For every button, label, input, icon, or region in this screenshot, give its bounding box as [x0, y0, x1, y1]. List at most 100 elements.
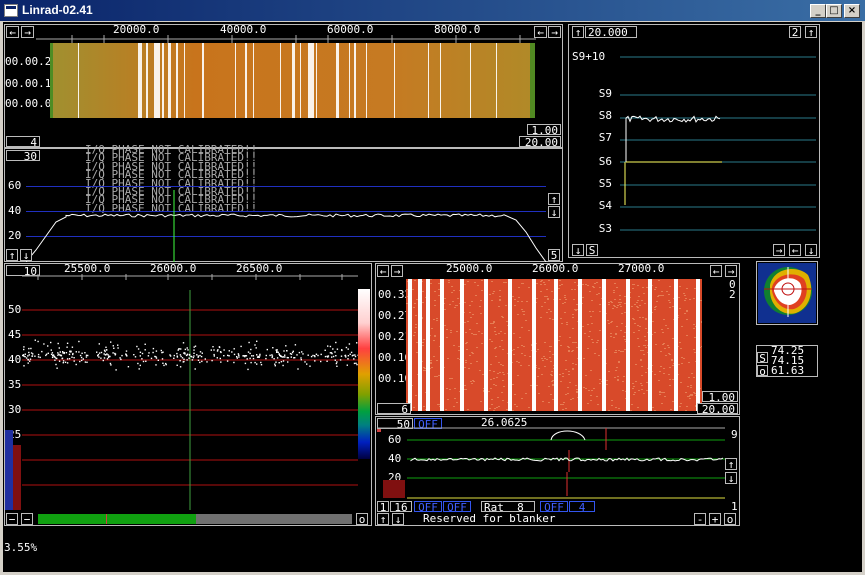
afc-value-box[interactable]: 4: [569, 501, 595, 513]
noise-pixel: [668, 347, 670, 348]
scatter-dot: [160, 349, 162, 352]
afc-box-1[interactable]: 1: [377, 501, 389, 513]
arrow-down-icon[interactable]: ↓: [548, 206, 560, 218]
hires-zero-box[interactable]: 20.00: [697, 403, 738, 415]
waterfall-stripe: [554, 279, 558, 411]
noise-pixel: [506, 409, 508, 410]
noise-pixel: [423, 339, 425, 340]
noise-pixel: [694, 288, 696, 289]
noise-pixel: [589, 331, 591, 332]
afc-off-toggle[interactable]: OFF: [443, 501, 471, 513]
scatter-dot: [34, 339, 36, 341]
arrow-left-icon[interactable]: ←: [789, 244, 801, 256]
noise-pixel: [690, 394, 692, 395]
arrow-up-icon[interactable]: ↑: [572, 26, 584, 38]
s-button[interactable]: S: [757, 352, 768, 364]
freq-tick: 27000.0: [618, 262, 665, 275]
minus-button[interactable]: -: [694, 513, 706, 525]
noise-pixel: [437, 404, 439, 405]
minimize-button[interactable]: _: [810, 4, 826, 18]
scatter-dot: [189, 353, 191, 356]
scatter-dot: [290, 353, 293, 355]
noise-pixel: [413, 407, 415, 408]
noise-pixel: [654, 410, 656, 411]
noise-pixel: [599, 311, 601, 312]
noise-pixel: [495, 347, 497, 348]
arrow-right-icon[interactable]: →: [548, 26, 561, 38]
hires-gain-box[interactable]: 1.00: [702, 391, 738, 403]
wide-gain-box[interactable]: 1.00: [527, 124, 561, 136]
scatter-dot: [85, 354, 88, 356]
s-meter-mode-box[interactable]: 2: [789, 26, 801, 38]
minus-button[interactable]: −: [21, 513, 33, 525]
arrow-left-icon[interactable]: ←: [710, 265, 722, 277]
scatter-dot: [50, 341, 52, 344]
maximize-button[interactable]: □: [826, 4, 842, 18]
scatter-dot: [75, 351, 77, 353]
noise-pixel: [469, 355, 471, 356]
noise-pixel: [470, 363, 472, 364]
noise-pixel: [694, 352, 696, 353]
s-button[interactable]: S: [586, 244, 598, 256]
noise-pixel: [684, 295, 686, 296]
waterfall-stripe: [394, 43, 395, 118]
spectrum-avg-box[interactable]: 30: [6, 150, 40, 162]
arrow-down-icon[interactable]: ↓: [725, 472, 737, 484]
scatter-dot: [73, 360, 75, 362]
arrow-right-icon[interactable]: →: [725, 265, 737, 277]
rat-box[interactable]: Rat 8: [481, 501, 535, 513]
arrow-right-icon[interactable]: →: [21, 26, 34, 38]
noise-pixel: [518, 362, 520, 363]
o-button[interactable]: o: [757, 365, 768, 377]
scatter-dot: [82, 358, 84, 360]
noise-pixel: [563, 402, 565, 403]
arrow-down-icon[interactable]: ↓: [392, 513, 404, 525]
arrow-right-icon[interactable]: →: [773, 244, 785, 256]
arrow-up-icon[interactable]: ↑: [805, 26, 817, 38]
hires-avg-box[interactable]: 6: [377, 403, 411, 415]
noise-pixel: [506, 321, 508, 322]
o-button[interactable]: o: [724, 513, 736, 525]
scatter-dot: [27, 358, 29, 361]
arrow-up-icon[interactable]: ↑: [548, 193, 560, 205]
noise-pixel: [611, 405, 613, 406]
wide-zero-box[interactable]: 20.00: [519, 136, 561, 148]
noise-pixel: [681, 326, 683, 327]
s-meter-box[interactable]: 20.000: [585, 26, 637, 38]
noise-pixel: [464, 367, 466, 368]
arrow-up-icon[interactable]: ↑: [6, 249, 18, 261]
scatter-dot: [231, 351, 233, 353]
wide-avg-box[interactable]: 4: [6, 136, 40, 148]
arrow-right-icon[interactable]: →: [391, 265, 403, 277]
afc-off-toggle[interactable]: OFF: [414, 501, 442, 513]
scatter-dot: [307, 354, 309, 356]
arrow-down-icon[interactable]: ↓: [572, 244, 584, 256]
o-button[interactable]: o: [356, 513, 368, 525]
spectrum-scale-box[interactable]: 5: [548, 249, 560, 261]
afc-box-16[interactable]: 16: [390, 501, 412, 513]
noise-pixel: [572, 369, 574, 370]
close-button[interactable]: ×: [844, 4, 860, 18]
noise-pixel: [430, 279, 432, 280]
arrow-up-icon[interactable]: ↑: [377, 513, 389, 525]
waterfall-stripe: [176, 43, 178, 118]
noise-pixel: [639, 305, 641, 306]
arrow-left-icon[interactable]: ←: [6, 26, 19, 38]
noise-pixel: [542, 360, 544, 361]
scatter-dot: [186, 353, 189, 355]
arrow-down-icon[interactable]: ↓: [20, 249, 32, 261]
arrow-left-icon[interactable]: ←: [377, 265, 389, 277]
arrow-down-icon[interactable]: ↓: [805, 244, 817, 256]
noise-pixel: [537, 376, 539, 377]
noise-pixel: [642, 287, 644, 288]
noise-pixel: [430, 363, 432, 364]
noise-pixel: [575, 364, 577, 365]
plus-button[interactable]: +: [709, 513, 721, 525]
scatter-dot: [163, 364, 165, 367]
minus-button[interactable]: −: [6, 513, 18, 525]
noise-pixel: [559, 336, 561, 337]
noise-pixel: [634, 392, 636, 393]
arrow-up-icon[interactable]: ↑: [725, 458, 737, 470]
afc-off-toggle[interactable]: OFF: [540, 501, 568, 513]
noise-pixel: [610, 322, 612, 323]
